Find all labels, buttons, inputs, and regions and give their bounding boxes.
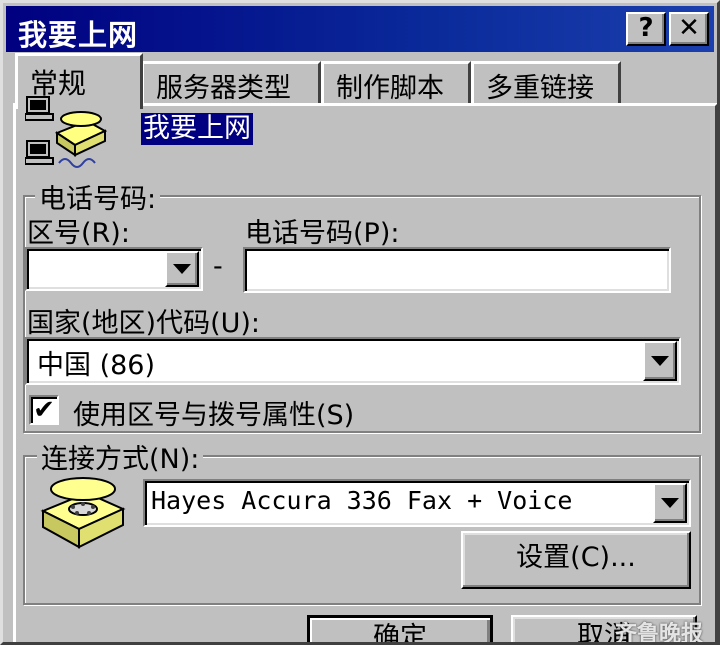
close-button[interactable]: ✕ <box>669 12 709 46</box>
area-code-label: 区号(R): <box>27 218 130 249</box>
device-combobox[interactable]: Hayes Accura 336 Fax + Voice <box>143 479 691 527</box>
tab-scripting[interactable]: 制作脚本 <box>321 61 471 105</box>
country-code-label: 国家(地区)代码(U): <box>27 308 260 339</box>
tab-server-type[interactable]: 服务器类型 <box>141 61 321 105</box>
use-area-code-label[interactable]: 使用区号与拨号属性(S) <box>73 393 354 432</box>
country-code-combobox[interactable]: 中国 (86) <box>25 337 681 385</box>
title-bar[interactable]: 我要上网 ? ✕ <box>6 6 714 52</box>
configure-button[interactable]: 设置(C)... <box>461 531 691 589</box>
phone-number-label: 电话号码(P): <box>245 218 400 249</box>
use-area-code-checkbox[interactable]: ✔ <box>29 395 59 425</box>
phone-number-input[interactable] <box>243 247 671 293</box>
telephone-icon <box>40 477 126 549</box>
area-code-dropdown-button[interactable] <box>165 251 199 287</box>
window-title: 我要上网 <box>18 18 139 52</box>
help-button[interactable]: ? <box>626 12 666 46</box>
device-value: Hayes Accura 336 Fax + Voice <box>151 486 573 515</box>
area-code-combobox[interactable] <box>25 247 203 291</box>
tab-multilink[interactable]: 多重链接 <box>471 61 621 105</box>
connection-name: 我要上网 <box>141 113 253 145</box>
dialog-window: 我要上网 ? ✕ 常规 服务器类型 制作脚本 多重链接 我要上网 电话号码: 区… <box>0 0 720 645</box>
country-code-value: 中国 (86) <box>37 350 156 381</box>
network-computers-phone-icon <box>25 96 108 168</box>
ok-button[interactable]: 确定 <box>307 615 493 642</box>
watermark-text: 齐鲁晚报 <box>614 622 703 645</box>
device-dropdown-button[interactable] <box>653 483 687 523</box>
area-code-separator: - <box>213 251 223 282</box>
country-code-dropdown-button[interactable] <box>643 341 677 381</box>
